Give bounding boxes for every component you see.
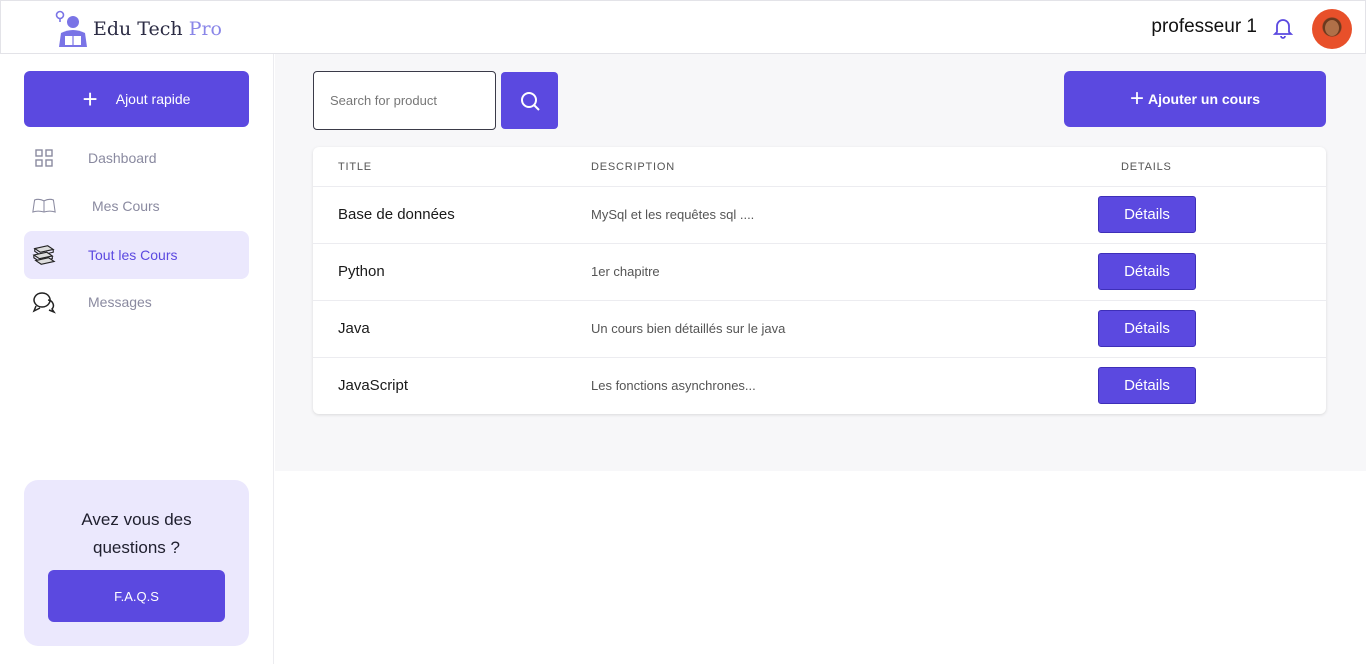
user-name[interactable]: professeur 1 [1151,16,1257,38]
details-button[interactable]: Détails [1098,196,1196,233]
search-icon [520,91,540,111]
details-button[interactable]: Détails [1098,310,1196,347]
table-row: Base de données MySql et les requêtes sq… [313,187,1326,244]
brand-logo[interactable]: Edu Tech Pro [51,9,222,49]
course-description: Les fonctions asynchrones... [591,378,756,393]
quick-add-label: Ajout rapide [115,91,191,107]
faq-card: Avez vous des questions ? F.A.Q.S [24,480,249,646]
course-description: MySql et les requêtes sql .... [591,207,755,222]
table-row: JavaScript Les fonctions asynchrones... … [313,358,1326,415]
add-course-button[interactable]: + Ajouter un cours [1064,71,1326,127]
course-description: 1er chapitre [591,264,660,279]
plus-icon: + [1129,85,1144,112]
sidebar-item-messages[interactable]: Messages [24,278,249,326]
faq-title: Avez vous des questions ? [81,510,192,557]
course-title: Base de données [338,206,455,223]
course-description: Un cours bien détaillés sur le java [591,321,786,336]
details-button[interactable]: Détails [1098,253,1196,290]
sidebar-item-mes-cours[interactable]: Mes Cours [24,182,249,230]
sidebar: + Ajout rapide Dashboard Mes Cours Tout … [0,54,274,664]
column-header-description: DESCRIPTION [591,160,675,173]
brand-name: Edu Tech Pro [93,18,222,40]
bell-icon[interactable] [1271,16,1295,40]
sidebar-item-tout-les-cours[interactable]: Tout les Cours [24,231,249,279]
grid-icon [32,146,56,170]
details-button[interactable]: Détails [1098,367,1196,404]
sidebar-item-label: Messages [88,294,152,310]
plus-icon: + [82,84,98,114]
user-avatar[interactable] [1312,9,1352,49]
sidebar-item-dashboard[interactable]: Dashboard [24,134,249,182]
search-input[interactable] [313,71,496,130]
sidebar-item-label: Mes Cours [92,198,160,214]
quick-add-button[interactable]: + Ajout rapide [24,71,249,127]
books-stack-icon [32,243,56,267]
top-header: Edu Tech Pro professeur 1 [0,0,1366,54]
course-title: JavaScript [338,377,409,394]
column-header-details: DETAILS [1121,160,1172,173]
table-header: TITLE DESCRIPTION DETAILS [313,147,1326,187]
chat-bubbles-icon [32,290,56,314]
table-row: Java Un cours bien détaillés sur le java… [313,301,1326,358]
course-title: Python [338,263,385,280]
column-header-title: TITLE [338,160,372,173]
table-row: Python 1er chapitre Détails [313,244,1326,301]
open-book-icon [32,194,56,218]
add-course-label: Ajouter un cours [1148,91,1261,107]
course-title: Java [338,320,370,337]
sidebar-item-label: Tout les Cours [88,247,178,263]
teacher-logo-icon [55,10,87,47]
courses-table: TITLE DESCRIPTION DETAILS Base de donnée… [313,147,1326,414]
sidebar-item-label: Dashboard [88,150,157,166]
faq-button[interactable]: F.A.Q.S [48,570,225,622]
search-button[interactable] [501,72,558,129]
